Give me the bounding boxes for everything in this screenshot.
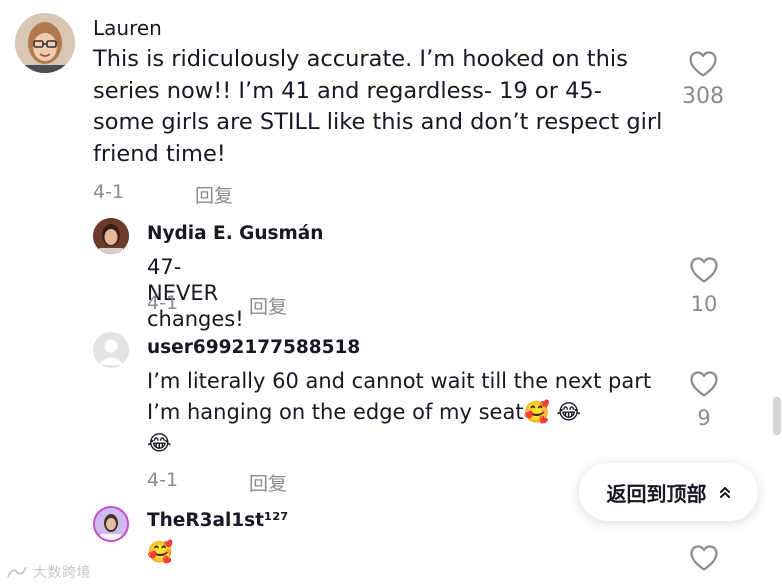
- like-count: 10: [690, 292, 718, 316]
- reply-button[interactable]: 回复: [249, 292, 287, 319]
- heart-outline-icon: [689, 51, 717, 77]
- like-button[interactable]: 10: [678, 256, 730, 316]
- emoji-tears-of-joy: 😂: [147, 431, 172, 455]
- reply-text: I’m literally 60 and cannot wait till th…: [147, 366, 667, 459]
- reply-button[interactable]: 回复: [195, 181, 233, 208]
- watermark-text: 大数跨境: [32, 565, 91, 581]
- reply-date: 4-1: [147, 469, 179, 491]
- reply-username[interactable]: TheR3al1st¹²⁷: [147, 510, 288, 531]
- back-to-top-button[interactable]: 返回到顶部: [579, 463, 758, 521]
- avatar[interactable]: [93, 218, 129, 254]
- like-count: 308: [682, 84, 724, 109]
- reply-date: 4-1: [147, 292, 179, 314]
- back-to-top-label: 返回到顶部: [606, 481, 707, 506]
- reply-username[interactable]: user6992177588518: [147, 337, 360, 358]
- like-count: 9: [697, 406, 711, 430]
- like-button[interactable]: [678, 544, 730, 572]
- watermark: 大数跨境: [6, 562, 91, 582]
- comment-date: 4-1: [93, 181, 125, 203]
- heart-outline-icon: [690, 545, 718, 571]
- like-button[interactable]: 308: [674, 50, 732, 109]
- double-chevron-up-icon: [719, 487, 730, 498]
- scrollbar-thumb[interactable]: [773, 397, 781, 435]
- heart-outline-icon: [690, 371, 718, 397]
- like-button[interactable]: 9: [678, 370, 730, 430]
- comment-text: This is ridiculously accurate. I’m hooke…: [93, 46, 663, 167]
- watermark-logo-icon: [7, 566, 27, 578]
- avatar[interactable]: [93, 506, 129, 542]
- heart-outline-icon: [690, 257, 718, 283]
- avatar[interactable]: [93, 332, 129, 368]
- avatar[interactable]: [15, 13, 75, 73]
- reply-text: 🥰: [147, 540, 174, 564]
- reply-username[interactable]: Nydia E. Gusmán: [147, 223, 323, 244]
- reply-button[interactable]: 回复: [249, 469, 287, 496]
- emoji-tears-of-joy: 😂: [556, 400, 581, 424]
- comment-username[interactable]: Lauren: [93, 16, 162, 40]
- emoji-smiling-hearts: 🥰: [523, 400, 550, 424]
